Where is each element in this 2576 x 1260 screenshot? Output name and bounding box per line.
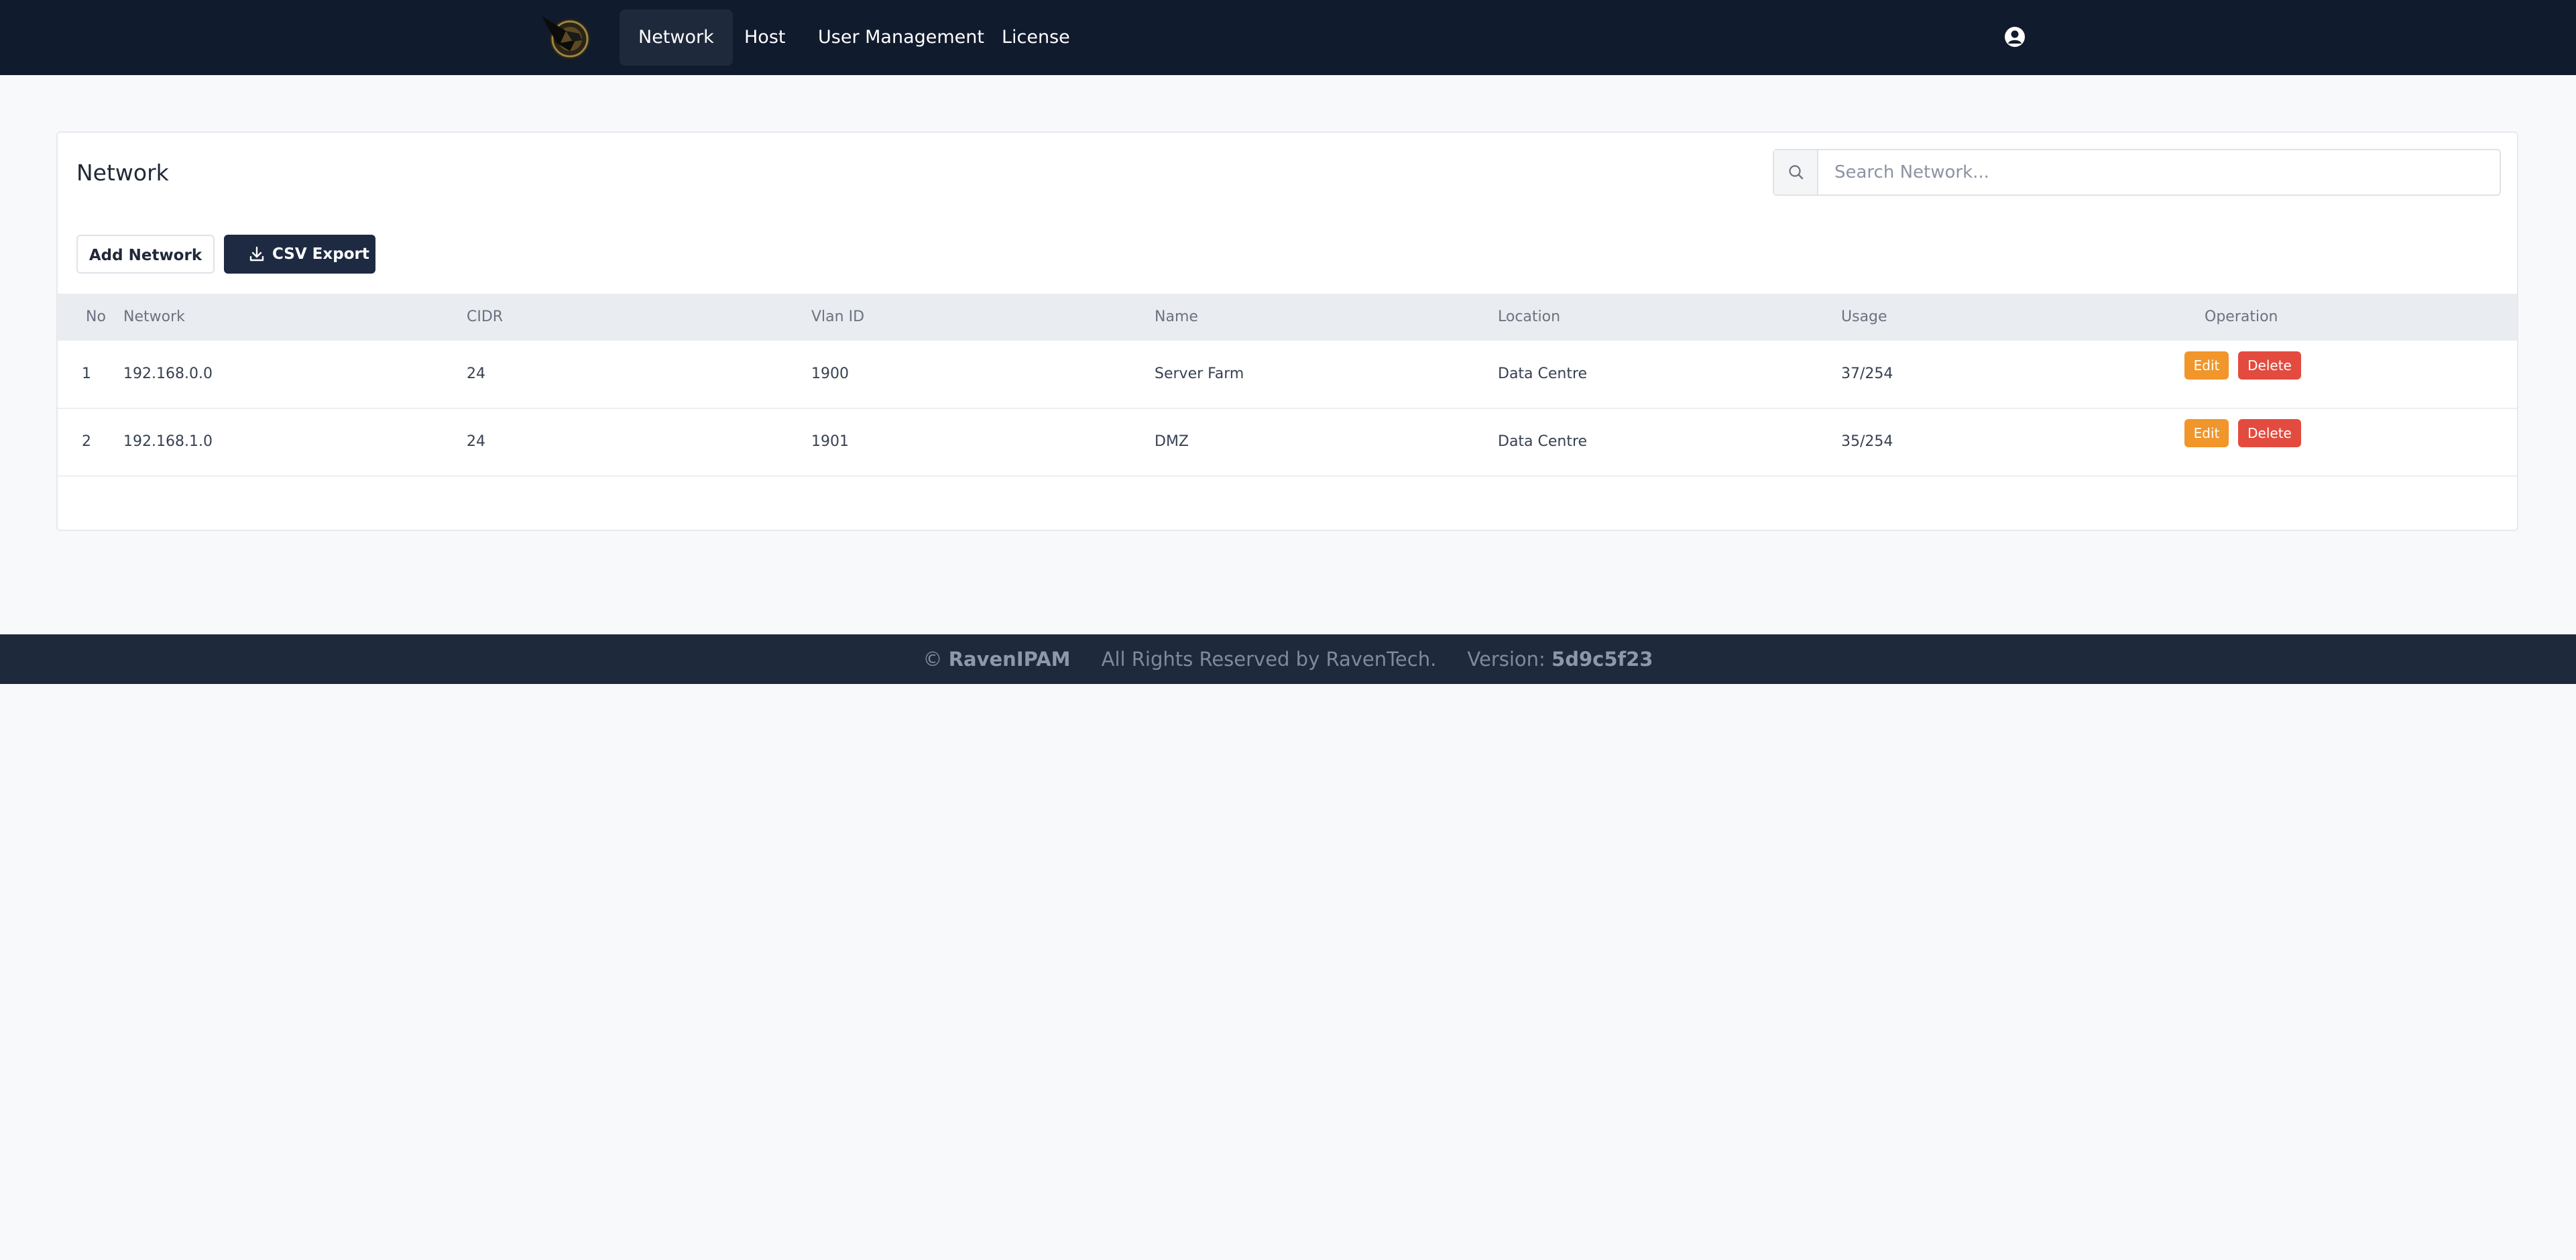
- user-circle-icon[interactable]: [2003, 25, 2026, 48]
- cell-name: DMZ: [1155, 433, 1189, 450]
- cell-no: 2: [82, 433, 91, 450]
- header-location: Location: [1498, 308, 1561, 325]
- header-network: Network: [123, 308, 185, 325]
- csv-export-button[interactable]: CSV Export: [224, 235, 375, 274]
- page-title: Network: [76, 160, 169, 186]
- nav-network[interactable]: Network: [620, 9, 733, 66]
- table-row: 2 192.168.1.0 24 1901 DMZ Data Centre 35…: [58, 408, 2517, 477]
- copyright-symbol: ©: [923, 648, 943, 671]
- cell-network: 192.168.1.0: [123, 433, 213, 450]
- header-usage: Usage: [1841, 308, 1887, 325]
- footer: © RavenIPAM All Rights Reserved by Raven…: [0, 634, 2576, 684]
- footer-rights: All Rights Reserved by RavenTech.: [1101, 648, 1437, 671]
- footer-version-label: Version:: [1467, 648, 1545, 671]
- header-operation: Operation: [2205, 308, 2278, 325]
- cell-no: 1: [82, 365, 91, 382]
- cell-network: 192.168.0.0: [123, 365, 213, 382]
- network-card: Network Add Network CSV Export No Networ…: [56, 131, 2518, 531]
- delete-button[interactable]: Delete: [2238, 419, 2301, 447]
- edit-button[interactable]: Edit: [2184, 419, 2229, 447]
- footer-version: 5d9c5f23: [1552, 648, 1653, 671]
- cell-cidr: 24: [467, 433, 485, 450]
- nav-user-management[interactable]: User Management: [799, 9, 1003, 66]
- edit-button[interactable]: Edit: [2184, 351, 2229, 380]
- search-input[interactable]: [1818, 150, 2496, 194]
- footer-brand: RavenIPAM: [948, 648, 1071, 671]
- delete-button[interactable]: Delete: [2238, 351, 2301, 380]
- header-vlan-id: Vlan ID: [811, 308, 865, 325]
- cell-location: Data Centre: [1498, 433, 1588, 450]
- csv-export-label: CSV Export: [272, 245, 369, 263]
- download-icon: [249, 246, 264, 262]
- cell-cidr: 24: [467, 365, 485, 382]
- add-network-button[interactable]: Add Network: [76, 235, 215, 274]
- top-navbar: Network Host User Management License: [0, 0, 2576, 75]
- raven-logo-icon[interactable]: [540, 13, 594, 62]
- cell-vlan-id: 1900: [811, 365, 849, 382]
- cell-usage: 35/254: [1841, 433, 1893, 450]
- table-header: No Network CIDR Vlan ID Name Location Us…: [58, 294, 2517, 341]
- cell-name: Server Farm: [1155, 365, 1244, 382]
- header-no: No: [86, 308, 106, 325]
- cell-location: Data Centre: [1498, 365, 1588, 382]
- table-row: 1 192.168.0.0 24 1900 Server Farm Data C…: [58, 341, 2517, 409]
- search-icon: [1774, 150, 1818, 194]
- cell-usage: 37/254: [1841, 365, 1893, 382]
- cell-vlan-id: 1901: [811, 433, 849, 450]
- header-cidr: CIDR: [467, 308, 504, 325]
- search-box: [1773, 149, 2501, 196]
- nav-host[interactable]: Host: [725, 9, 804, 66]
- header-name: Name: [1155, 308, 1198, 325]
- nav-license[interactable]: License: [983, 9, 1089, 66]
